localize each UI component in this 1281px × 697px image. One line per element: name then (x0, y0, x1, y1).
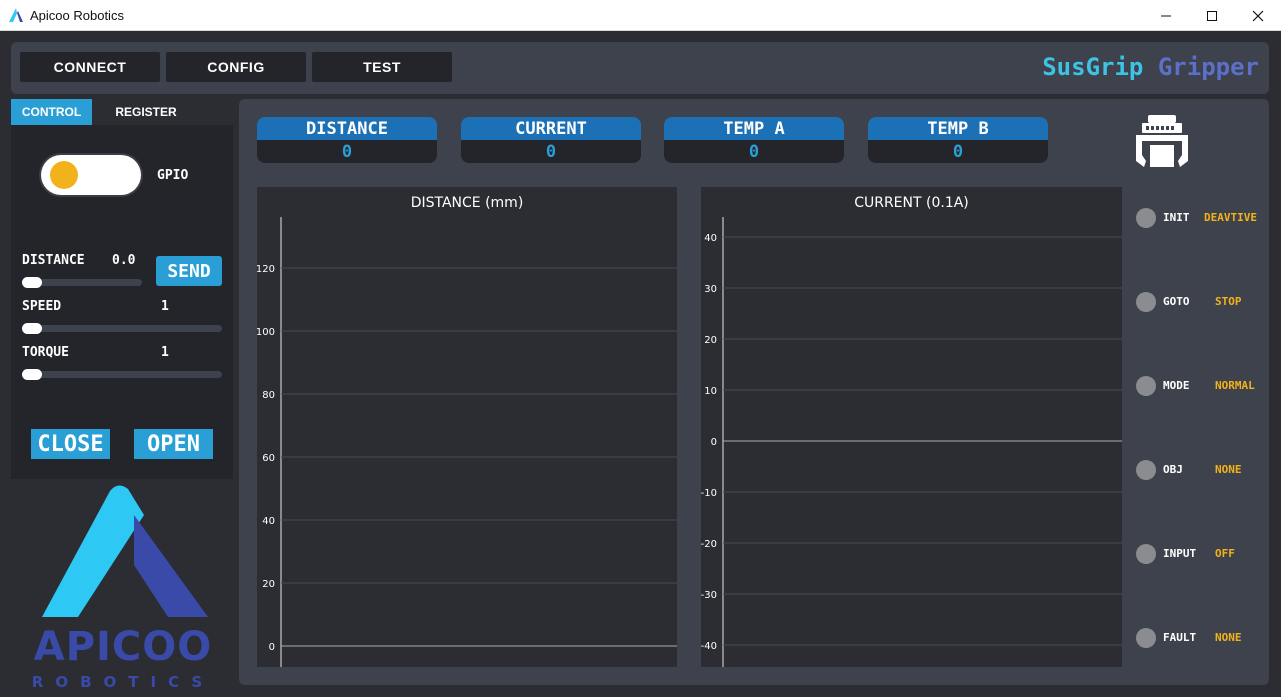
distance-y-tick-label: 20 (262, 579, 275, 590)
metric-current-value: 0 (461, 140, 641, 163)
torque-slider-handle[interactable] (22, 369, 42, 380)
status-fault-label: FAULT (1163, 631, 1197, 644)
current-y-tick-label: 40 (704, 233, 717, 244)
minimize-icon (1161, 15, 1171, 16)
current-y-tick-label: -30 (701, 590, 717, 601)
maximize-icon (1207, 10, 1217, 21)
gpio-toggle-knob (50, 161, 78, 189)
config-button[interactable]: CONFIG (166, 52, 306, 82)
distance-y-tick-label: 120 (257, 264, 275, 275)
product-title-secondary: Gripper (1157, 53, 1259, 81)
distance-y-tick-label: 80 (262, 390, 275, 401)
torque-value: 1 (161, 345, 169, 360)
current-y-tick-label: 20 (704, 335, 717, 346)
metric-temp-b: TEMP B 0 (868, 117, 1048, 163)
send-button[interactable]: SEND (156, 256, 222, 286)
status-init-value: DEAVTIVE (1204, 211, 1257, 224)
logo-subtitle: ROBOTICS (32, 673, 214, 691)
status-mode-value: NORMAL (1215, 379, 1255, 392)
minimize-button[interactable] (1143, 0, 1189, 31)
main-panel: DISTANCE 0 CURRENT 0 TEMP A 0 TEMP B 0 D… (239, 99, 1269, 685)
status-input-label: INPUT (1163, 547, 1197, 560)
logo-wordmark: APICOO (34, 624, 213, 670)
metric-temp-a-label: TEMP A (664, 117, 844, 140)
status-goto-label: GOTO (1163, 295, 1190, 308)
current-chart-plot: 40 30 20 10 0 -10 -20 -30 -40 (701, 217, 1122, 667)
close-icon (1252, 10, 1264, 21)
metric-current-label: CURRENT (461, 117, 641, 140)
current-y-tick-label: 0 (711, 437, 717, 448)
metric-temp-b-value: 0 (868, 140, 1048, 163)
gpio-toggle[interactable] (41, 155, 141, 195)
product-title: SusGrip Gripper (1042, 53, 1259, 81)
tab-control[interactable]: CONTROL (11, 99, 92, 125)
distance-value: 0.0 (112, 253, 136, 268)
current-y-tick-label: 10 (704, 386, 717, 397)
open-gripper-button[interactable]: OPEN (134, 429, 213, 459)
metric-current: CURRENT 0 (461, 117, 641, 163)
app-logo-icon (9, 8, 23, 22)
current-chart: CURRENT (0.1A) 40 30 20 10 0 -10 -20 -30 -40 (701, 187, 1122, 667)
close-gripper-button[interactable]: CLOSE (31, 429, 110, 459)
status-goto-led (1136, 292, 1156, 312)
distance-y-tick-label: 60 (262, 453, 275, 464)
gripper-icon (1136, 115, 1188, 167)
status-mode-label: MODE (1163, 379, 1190, 392)
distance-y-tick-label: 100 (257, 327, 275, 338)
current-y-tick-label: -40 (701, 641, 717, 652)
current-y-tick-label: -10 (701, 488, 717, 499)
torque-slider[interactable] (22, 371, 222, 378)
distance-chart: DISTANCE (mm) 120 100 80 60 40 20 0 (257, 187, 677, 667)
app-body: CONNECT CONFIG TEST SusGrip Gripper CONT… (0, 31, 1281, 697)
window-title: Apicoo Robotics (30, 8, 124, 23)
status-input-led (1136, 544, 1156, 564)
current-y-tick-label: -20 (701, 539, 717, 550)
metric-distance: DISTANCE 0 (257, 117, 437, 163)
current-y-tick-label: 30 (704, 284, 717, 295)
gpio-label: GPIO (157, 168, 189, 183)
metric-temp-b-label: TEMP B (868, 117, 1048, 140)
status-obj-label: OBJ (1163, 463, 1183, 476)
maximize-button[interactable] (1189, 0, 1235, 31)
status-input-value: OFF (1215, 547, 1235, 560)
window-title-bar: Apicoo Robotics (0, 0, 1281, 31)
control-panel: GPIO DISTANCE 0.0 SEND SPEED 1 TORQUE 1 … (11, 125, 233, 479)
distance-slider-handle[interactable] (22, 277, 42, 288)
status-goto-value: STOP (1215, 295, 1242, 308)
metric-distance-label: DISTANCE (257, 117, 437, 140)
speed-value: 1 (161, 299, 169, 314)
distance-label: DISTANCE (22, 253, 85, 268)
speed-slider-handle[interactable] (22, 323, 42, 334)
top-nav-bar: CONNECT CONFIG TEST SusGrip Gripper (11, 42, 1269, 94)
status-obj-led (1136, 460, 1156, 480)
metric-distance-value: 0 (257, 140, 437, 163)
connect-button[interactable]: CONNECT (20, 52, 160, 82)
tab-register[interactable]: REGISTER (100, 99, 192, 125)
status-init-led (1136, 208, 1156, 228)
status-obj-value: NONE (1215, 463, 1242, 476)
status-fault-value: NONE (1215, 631, 1242, 644)
torque-label: TORQUE (22, 345, 69, 360)
status-mode-led (1136, 376, 1156, 396)
metric-temp-a: TEMP A 0 (664, 117, 844, 163)
speed-slider[interactable] (22, 325, 222, 332)
close-window-button[interactable] (1235, 0, 1281, 31)
status-fault-led (1136, 628, 1156, 648)
distance-y-tick-label: 0 (269, 642, 275, 653)
distance-y-tick-label: 40 (262, 516, 275, 527)
apicoo-logo: APICOO ROBOTICS (32, 485, 214, 691)
metric-temp-a-value: 0 (664, 140, 844, 163)
test-button[interactable]: TEST (312, 52, 452, 82)
status-init-label: INIT (1163, 211, 1190, 224)
product-title-primary: SusGrip (1042, 53, 1144, 81)
distance-chart-plot: 120 100 80 60 40 20 0 (257, 217, 677, 667)
speed-label: SPEED (22, 299, 62, 314)
